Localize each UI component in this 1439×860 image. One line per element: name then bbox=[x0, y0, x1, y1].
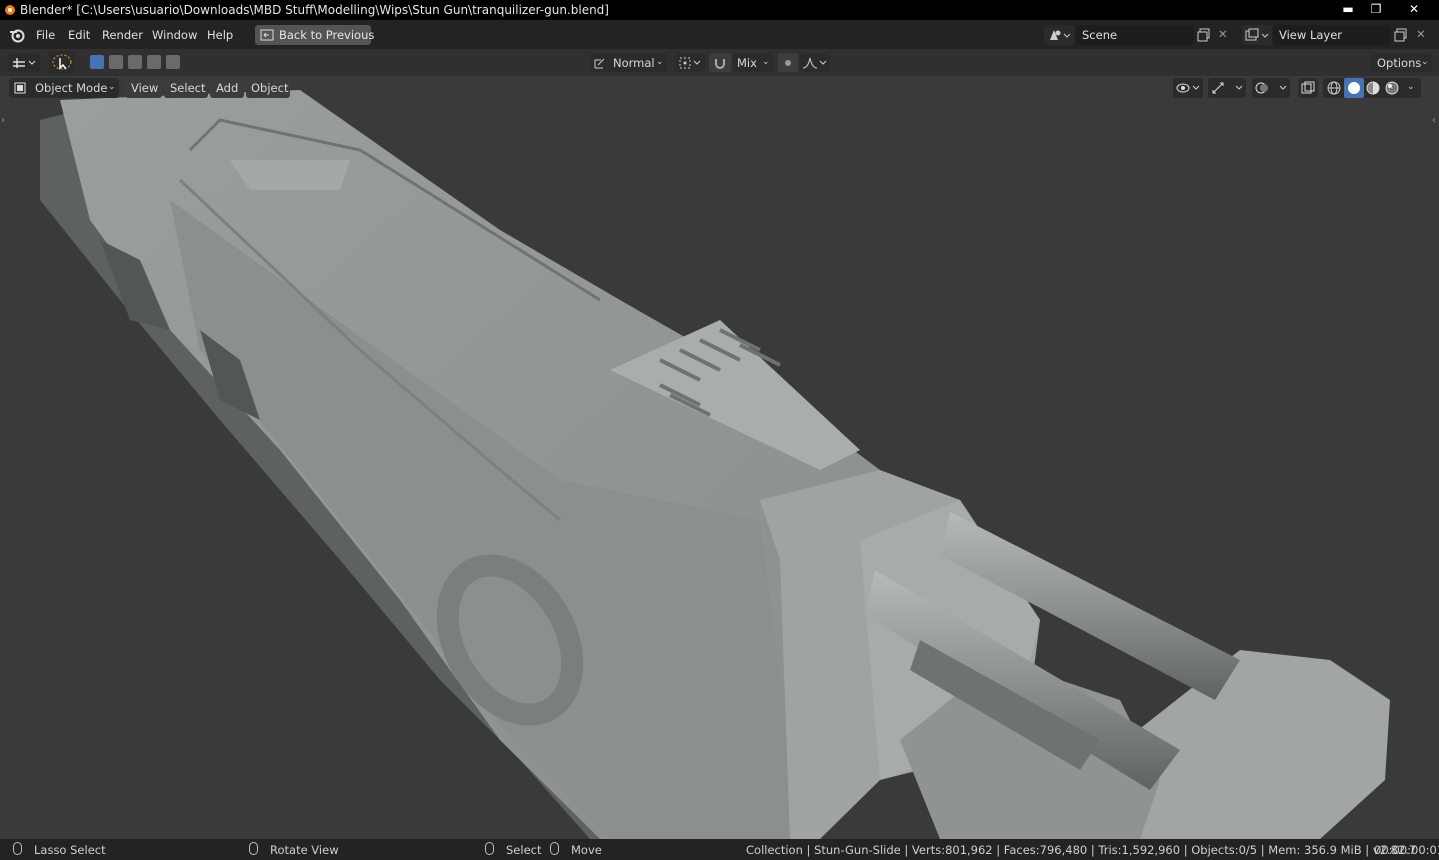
gizmo-icon bbox=[1212, 82, 1243, 94]
select-mode-intersect-icon[interactable] bbox=[166, 55, 180, 69]
view-layer-icon bbox=[1245, 28, 1269, 41]
3d-viewport[interactable] bbox=[0, 49, 1439, 839]
status-timer: 00:00:00:01 bbox=[1374, 843, 1439, 857]
gizmo-dropdown[interactable] bbox=[1208, 78, 1246, 98]
lasso-select-tool-button[interactable] bbox=[49, 51, 75, 74]
close-button[interactable]: ✕ bbox=[1398, 0, 1430, 18]
material-preview-icon[interactable] bbox=[1365, 80, 1381, 96]
transform-orientation-dropdown[interactable]: Normal ⌄ bbox=[590, 53, 667, 72]
select-mode-subtract-icon[interactable] bbox=[128, 55, 142, 69]
falloff-curve-icon bbox=[802, 57, 827, 69]
solid-shading-icon bbox=[1348, 82, 1360, 94]
status-bar: Lasso Select Rotate View Select Move Col… bbox=[0, 839, 1439, 860]
options-label: Options bbox=[1377, 56, 1422, 70]
view-menu-label: View bbox=[131, 81, 159, 95]
view-layer-name: View Layer bbox=[1279, 28, 1343, 42]
stun-gun-model[interactable] bbox=[0, 49, 1439, 839]
select-menu-label: Select bbox=[170, 81, 206, 95]
view-menu[interactable]: View bbox=[125, 78, 162, 98]
window-title: Blender* [C:\Users\usuario\Downloads\MBD… bbox=[20, 3, 609, 17]
pivot-point-dropdown[interactable] bbox=[675, 53, 705, 72]
proportional-editing-toggle[interactable] bbox=[778, 53, 798, 72]
blender-menu-icon[interactable] bbox=[9, 27, 25, 43]
xray-toggle[interactable] bbox=[1298, 78, 1318, 98]
snap-mode-value: Mix bbox=[737, 56, 757, 70]
editor-type-button[interactable] bbox=[8, 53, 40, 72]
scene-name: Scene bbox=[1082, 28, 1118, 42]
mouse-drag-icon bbox=[550, 842, 559, 855]
minimize-button[interactable]: ▬ bbox=[1334, 0, 1362, 18]
menu-edit[interactable]: Edit bbox=[68, 28, 90, 42]
mouse-right-icon bbox=[485, 842, 494, 855]
tool-header: Normal ⌄ Mix ⌄ Options ⌄ bbox=[0, 49, 1439, 76]
menu-render[interactable]: Render bbox=[102, 28, 143, 42]
select-mode-set-icon[interactable] bbox=[90, 55, 104, 69]
magnet-icon bbox=[715, 59, 725, 69]
menu-file[interactable]: File bbox=[36, 28, 55, 42]
chevron-down-icon[interactable]: ⌄ bbox=[1407, 82, 1415, 92]
chevron-down-icon: ⌄ bbox=[1421, 57, 1429, 67]
select-mode-invert-icon[interactable] bbox=[147, 55, 161, 69]
object-mode-icon bbox=[14, 82, 26, 94]
chevron-down-icon: ⌄ bbox=[108, 82, 116, 92]
left-panel-expand-icon[interactable]: › bbox=[1, 115, 5, 126]
wireframe-shading-icon[interactable] bbox=[1326, 80, 1342, 96]
top-menubar: File Edit Render Window Help Back to Pre… bbox=[0, 20, 1439, 49]
maximize-button[interactable]: ❐ bbox=[1362, 0, 1390, 18]
back-to-previous-button[interactable]: Back to Previous bbox=[255, 25, 375, 45]
view-layer-browse-button[interactable] bbox=[1242, 25, 1272, 45]
add-menu[interactable]: Add bbox=[210, 78, 244, 98]
eye-icon bbox=[1176, 83, 1200, 93]
proportional-icon bbox=[785, 60, 791, 66]
status-move-action: Move bbox=[571, 843, 602, 857]
mouse-left-icon bbox=[13, 842, 22, 855]
options-dropdown[interactable]: Options ⌄ bbox=[1370, 53, 1432, 72]
lasso-select-icon bbox=[52, 54, 72, 70]
visibility-dropdown[interactable] bbox=[1173, 78, 1203, 98]
shading-mode-group: ⌄ bbox=[1323, 78, 1421, 98]
xray-icon bbox=[1301, 81, 1315, 94]
scene-name-field[interactable]: Scene bbox=[1076, 25, 1194, 45]
mode-value: Object Mode bbox=[35, 81, 108, 95]
menu-help[interactable]: Help bbox=[207, 28, 233, 42]
status-left-action: Lasso Select bbox=[34, 843, 106, 857]
delete-scene-icon[interactable]: ✕ bbox=[1218, 27, 1228, 41]
scene-statistics: Collection | Stun-Gun-Slide | Verts:801,… bbox=[746, 843, 1417, 857]
rendered-shading-icon[interactable] bbox=[1384, 80, 1400, 96]
back-to-previous-label: Back to Previous bbox=[279, 28, 375, 42]
view-layer-name-field[interactable]: View Layer bbox=[1273, 25, 1391, 45]
window-titlebar: Blender* [C:\Users\usuario\Downloads\MBD… bbox=[0, 0, 1439, 20]
status-middle-action: Rotate View bbox=[270, 843, 339, 857]
snap-toggle[interactable] bbox=[709, 53, 731, 72]
overlays-dropdown[interactable] bbox=[1252, 78, 1290, 98]
snap-mode-dropdown[interactable]: Mix ⌄ bbox=[733, 53, 773, 72]
object-mode-dropdown[interactable]: Object Mode ⌄ bbox=[9, 78, 119, 98]
select-menu[interactable]: Select bbox=[164, 78, 208, 98]
chevron-down-icon: ⌄ bbox=[762, 57, 770, 67]
new-scene-icon[interactable] bbox=[1197, 28, 1211, 42]
delete-view-layer-icon[interactable]: ✕ bbox=[1416, 27, 1426, 41]
right-panel-expand-icon[interactable]: ‹ bbox=[1432, 115, 1436, 126]
add-menu-label: Add bbox=[216, 81, 239, 95]
orientation-icon bbox=[594, 58, 605, 69]
object-menu[interactable]: Object bbox=[246, 78, 290, 98]
viewport-header: Object Mode ⌄ View Select Add Object ⌄ bbox=[0, 76, 1439, 100]
menu-window[interactable]: Window bbox=[152, 28, 197, 42]
chevron-down-icon: ⌄ bbox=[656, 57, 664, 67]
mouse-middle-icon bbox=[249, 842, 258, 855]
pivot-icon bbox=[679, 57, 701, 69]
orientation-value: Normal bbox=[613, 56, 655, 70]
scene-browse-button[interactable] bbox=[1044, 25, 1074, 45]
object-menu-label: Object bbox=[251, 81, 289, 95]
select-mode-extend-icon[interactable] bbox=[109, 55, 123, 69]
proportional-falloff-dropdown[interactable] bbox=[800, 53, 830, 72]
editor-type-icon bbox=[13, 58, 36, 68]
scene-icon bbox=[1050, 30, 1071, 40]
blender-logo-icon bbox=[5, 5, 15, 15]
overlays-icon bbox=[1255, 82, 1287, 94]
solid-shading-button[interactable] bbox=[1344, 78, 1364, 98]
new-view-layer-icon[interactable] bbox=[1394, 28, 1408, 42]
back-icon bbox=[260, 29, 274, 41]
status-select-action: Select bbox=[506, 843, 542, 857]
